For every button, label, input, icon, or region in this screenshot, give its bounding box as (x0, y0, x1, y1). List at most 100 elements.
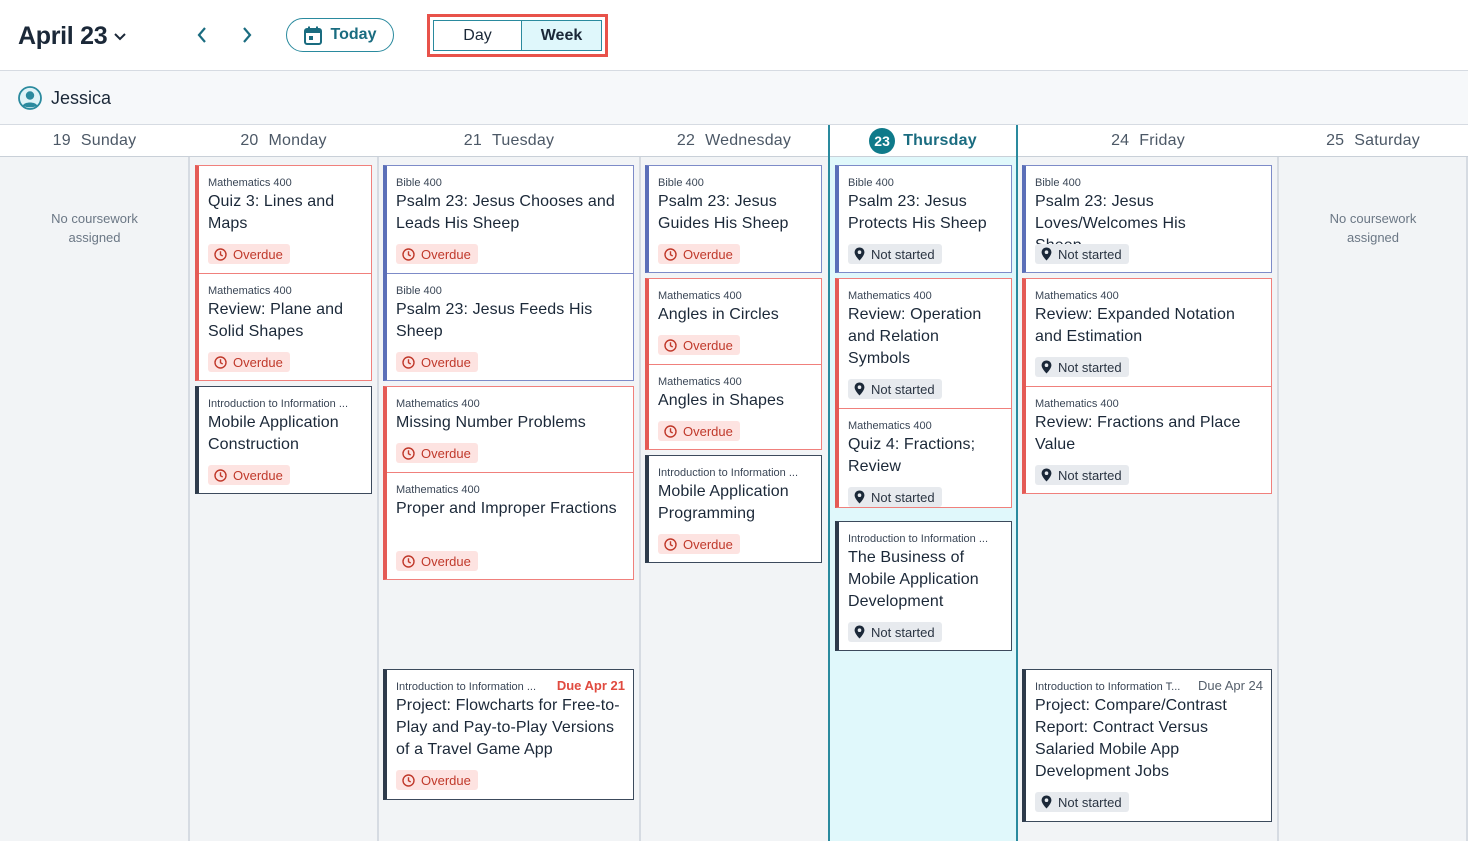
assignment-card[interactable]: Introduction to Information ... The Busi… (835, 521, 1012, 651)
status-label: Not started (1058, 794, 1122, 810)
assignment-card[interactable]: Bible 400 Psalm 23: Jesus Protects His S… (835, 165, 1012, 273)
course-name: Mathematics 400 (208, 285, 292, 297)
clock-icon (402, 554, 415, 568)
assignment-title: Proper and Improper Fractions (396, 500, 617, 517)
calendar-icon (303, 26, 322, 45)
day-body: Bible 400 Psalm 23: Jesus Guides His She… (640, 157, 828, 841)
due-date: Due Apr 21 (556, 678, 625, 693)
day-header: 22 Wednesday (640, 125, 828, 157)
location-pin-icon (1041, 360, 1052, 374)
column-separator (639, 157, 641, 841)
assignment-card[interactable]: Mathematics 400 Angles in Circles Overdu… (649, 279, 821, 364)
status-badge: Not started (848, 379, 942, 399)
clock-icon (402, 247, 415, 261)
assignment-card[interactable]: Bible 400 Psalm 23: Jesus Feeds His Shee… (387, 274, 633, 381)
status-badge: Overdue (658, 534, 740, 554)
assignment-card[interactable]: Mathematics 400 Review: Expanded Notatio… (1026, 279, 1271, 386)
assignment-card[interactable]: Bible 400 Psalm 23: Jesus Guides His She… (645, 165, 822, 273)
status-badge: Not started (848, 622, 942, 642)
student-row: Jessica (0, 71, 1468, 125)
assignment-card[interactable]: Introduction to Information ... Due Apr … (383, 669, 634, 800)
status-label: Not started (1058, 467, 1122, 483)
user-avatar-icon (18, 86, 42, 110)
column-separator (188, 157, 190, 841)
day-column-saturday: 25 Saturday No coursework assigned (1278, 125, 1468, 841)
course-name: Bible 400 (396, 177, 442, 189)
assignment-title: Review: Expanded Notation and Estimation (1035, 306, 1235, 345)
date-title: April 23 (18, 21, 108, 50)
day-header: 19 Sunday (0, 125, 189, 157)
status-badge: Overdue (396, 352, 478, 372)
day-view-button[interactable]: Day (434, 21, 521, 50)
clock-icon (664, 424, 677, 438)
status-label: Not started (871, 246, 935, 262)
clock-icon (214, 247, 227, 261)
assignment-title: Psalm 23: Jesus Feeds His Sheep (396, 301, 593, 340)
status-badge: Not started (848, 244, 942, 264)
course-name: Mathematics 400 (658, 376, 742, 388)
assignment-card[interactable]: Mathematics 400 Quiz 4: Fractions; Revie… (839, 409, 1011, 508)
assignment-card-group: Mathematics 400 Missing Number Problems … (383, 386, 634, 580)
status-label: Overdue (683, 246, 733, 262)
assignment-card[interactable]: Mathematics 400 Review: Plane and Solid … (199, 274, 371, 381)
assignment-card[interactable]: Mathematics 400 Quiz 3: Lines and Maps O… (199, 166, 371, 273)
assignment-card[interactable]: Mathematics 400 Review: Fractions and Pl… (1026, 387, 1271, 494)
course-name: Introduction to Information ... (208, 398, 349, 410)
course-name: Bible 400 (1035, 177, 1081, 189)
assignment-card[interactable]: Bible 400 Psalm 23: Jesus Chooses and Le… (387, 166, 633, 273)
status-badge: Overdue (396, 770, 478, 790)
course-name: Mathematics 400 (1035, 290, 1119, 302)
assignment-title: Mobile Application Construction (208, 414, 339, 453)
status-label: Overdue (421, 553, 471, 569)
assignment-card[interactable]: Mathematics 400 Missing Number Problems … (387, 387, 633, 472)
week-view-button[interactable]: Week (521, 21, 601, 50)
assignment-card[interactable]: Mathematics 400 Review: Operation and Re… (839, 279, 1011, 408)
day-column-wednesday: 22 Wednesday Bible 400 Psalm 23: Jesus Gu… (640, 125, 828, 841)
assignment-card[interactable]: Introduction to Information ... Mobile A… (195, 386, 372, 494)
assignment-card[interactable]: Mathematics 400 Angles in Shapes Overdue (649, 365, 821, 450)
day-body: Bible 400 Psalm 23: Jesus Loves/Welcomes… (1018, 157, 1278, 841)
assignment-title: Quiz 3: Lines and Maps (208, 193, 335, 232)
assignment-card-group: Mathematics 400 Quiz 3: Lines and Maps O… (195, 165, 372, 381)
status-label: Overdue (233, 246, 283, 262)
next-week-button[interactable] (234, 22, 260, 48)
previous-week-button[interactable] (189, 22, 215, 48)
date-picker-button[interactable]: April 23 (18, 20, 127, 52)
day-header: 20 Monday (189, 125, 378, 157)
status-label: Overdue (421, 445, 471, 461)
assignment-card-group: Mathematics 400 Review: Expanded Notatio… (1022, 278, 1272, 494)
course-name: Introduction to Information T... (1035, 681, 1181, 693)
student-name: Jessica (51, 88, 112, 108)
status-badge: Overdue (208, 465, 290, 485)
status-badge: Not started (1035, 792, 1129, 812)
status-label: Overdue (421, 246, 471, 262)
assignment-card-group: Bible 400 Psalm 23: Jesus Chooses and Le… (383, 165, 634, 381)
course-name: Mathematics 400 (848, 420, 932, 432)
assignment-card[interactable]: Bible 400 Psalm 23: Jesus Loves/Welcomes… (1022, 165, 1272, 273)
status-label: Not started (871, 624, 935, 640)
status-label: Overdue (421, 772, 471, 788)
status-label: Not started (871, 381, 935, 397)
day-body: Bible 400 Psalm 23: Jesus Chooses and Le… (378, 157, 640, 841)
assignment-card[interactable]: Introduction to Information ... Mobile A… (645, 455, 822, 563)
location-pin-icon (854, 382, 865, 396)
course-name: Introduction to Information ... (658, 467, 799, 479)
assignment-title: Review: Operation and Relation Symbols (848, 306, 982, 367)
location-pin-icon (854, 247, 865, 261)
location-pin-icon (854, 490, 865, 504)
assignment-card[interactable]: Mathematics 400 Proper and Improper Frac… (387, 473, 633, 580)
today-button[interactable]: Today (286, 18, 394, 52)
assignment-card[interactable]: Introduction to Information T... Due Apr… (1022, 669, 1272, 822)
clock-icon (402, 446, 415, 460)
course-name: Mathematics 400 (1035, 398, 1119, 410)
course-name: Mathematics 400 (848, 290, 932, 302)
course-name: Bible 400 (396, 285, 442, 297)
location-pin-icon (1041, 247, 1052, 261)
assignment-title: Project: Compare/Contrast Report: Contra… (1035, 697, 1227, 780)
status-badge: Overdue (208, 244, 290, 264)
chevron-right-icon (243, 27, 252, 43)
course-name: Introduction to Information ... (396, 681, 537, 693)
location-pin-icon (1041, 795, 1052, 809)
status-badge: Overdue (396, 551, 478, 571)
assignment-title: Review: Plane and Solid Shapes (208, 301, 344, 340)
